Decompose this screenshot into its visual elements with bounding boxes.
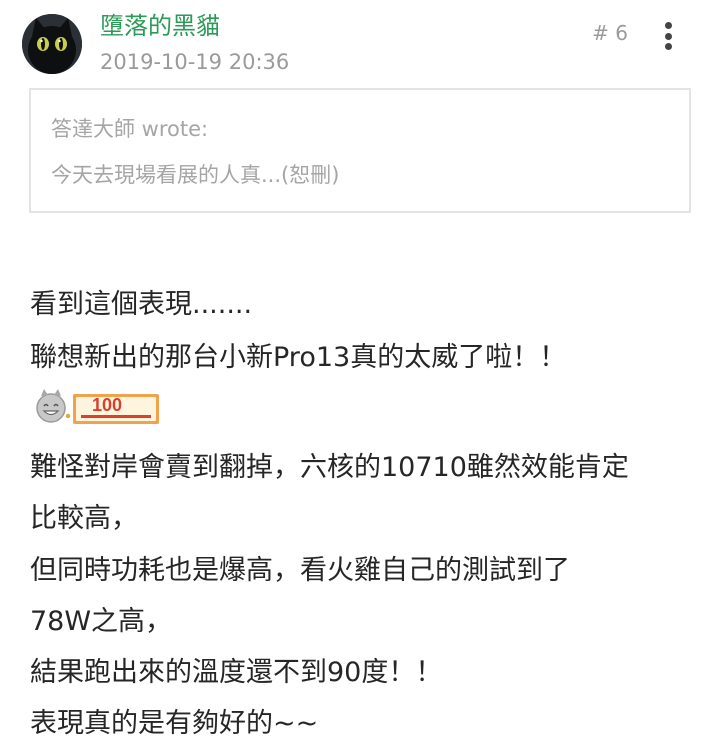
author-avatar[interactable]	[22, 14, 82, 74]
quote-author: 答達大師 wrote:	[51, 117, 209, 141]
body-line: 但同時功耗也是爆高，看火雞自己的測試到了	[30, 555, 570, 586]
more-dot-icon	[664, 43, 672, 50]
body-line: 聯想新出的那台小新Pro13真的太威了啦！！	[30, 342, 567, 373]
floor-number[interactable]: # 6	[592, 19, 628, 47]
sticker-label: 100	[92, 395, 123, 415]
more-options-button[interactable]	[654, 16, 682, 56]
more-dot-icon	[664, 22, 672, 29]
body-line: 結果跑出來的溫度還不到90度！！	[30, 657, 443, 688]
post-timestamp: 2019-10-19 20:36	[100, 50, 290, 74]
black-cat-avatar-icon	[22, 14, 82, 74]
post-card: 墮落的黑貓 2019-10-19 20:36 # 6 答達大師 wrote: 今…	[0, 0, 720, 747]
body-line: 難怪對岸會賣到翻掉，六核的10710雖然效能肯定	[30, 452, 629, 483]
quote-text: 今天去現場看展的人真...(恕刪)	[51, 163, 340, 187]
quote-block: 答達大師 wrote: 今天去現場看展的人真...(恕刪)	[29, 88, 691, 213]
body-line: 78W之高，	[30, 606, 173, 637]
grinning-100-sticker-icon: 100	[34, 384, 162, 428]
more-dot-icon	[664, 32, 672, 40]
body-line: 表現真的是有夠好的~~	[30, 708, 319, 739]
body-line: 看到這個表現.......	[30, 289, 253, 320]
author-name[interactable]: 墮落的黑貓	[100, 10, 220, 42]
body-line: 比較高，	[30, 503, 138, 534]
